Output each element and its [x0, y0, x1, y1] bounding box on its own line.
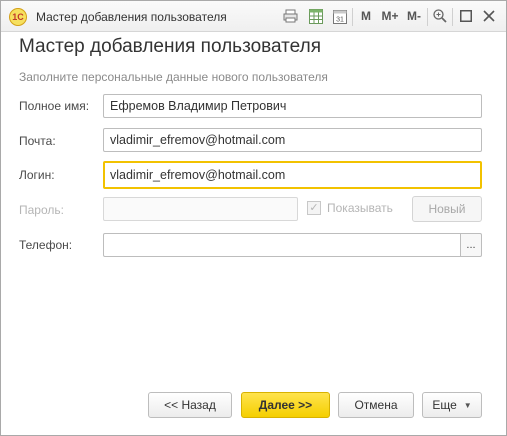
window-title: Мастер добавления пользователя [36, 10, 227, 24]
email-field[interactable]: vladimir_efremov@hotmail.com [103, 128, 482, 152]
toolbar-separator [352, 8, 353, 26]
phone-select-button[interactable]: ... [460, 233, 482, 257]
memory-m-minus-button[interactable]: M- [404, 6, 424, 26]
toolbar-separator [452, 8, 453, 26]
show-password-label: Показывать [327, 201, 393, 215]
title-bar: 1С Мастер добавления пользователя 31 M M… [1, 1, 506, 32]
next-button[interactable]: Далее >> [241, 392, 330, 418]
toolbar-separator [427, 8, 428, 26]
chevron-down-icon: ▼ [463, 400, 472, 410]
svg-text:31: 31 [336, 16, 344, 23]
more-button-label: Еще [432, 398, 457, 412]
zoom-icon[interactable] [433, 6, 447, 26]
memory-m-button[interactable]: M [359, 6, 373, 26]
new-password-button[interactable]: Новый [412, 196, 482, 222]
cancel-button[interactable]: Отмена [338, 392, 414, 418]
maximize-icon[interactable] [459, 6, 473, 26]
back-button[interactable]: << Назад [148, 392, 232, 418]
app-logo-icon[interactable]: 1С [9, 8, 27, 26]
close-icon[interactable] [482, 6, 496, 26]
full-name-label: Полное имя: [19, 99, 90, 113]
page-subtitle: Заполните персональные данные нового пол… [19, 70, 328, 84]
page-title: Мастер добавления пользователя [19, 36, 321, 57]
more-button[interactable]: Еще ▼ [422, 392, 482, 418]
memory-m-plus-button[interactable]: M+ [379, 6, 401, 26]
show-password-checkbox[interactable]: ✓ Показывать [307, 201, 393, 215]
print-icon[interactable] [282, 6, 298, 26]
wizard-window: 1С Мастер добавления пользователя 31 M M… [0, 0, 507, 436]
login-field[interactable]: vladimir_efremov@hotmail.com [103, 161, 482, 189]
spreadsheet-icon[interactable] [308, 6, 324, 26]
phone-field[interactable] [103, 233, 461, 257]
phone-label: Телефон: [19, 238, 73, 252]
full-name-field[interactable]: Ефремов Владимир Петрович [103, 94, 482, 118]
password-label: Пароль: [19, 203, 64, 217]
password-field[interactable] [103, 197, 298, 221]
email-label: Почта: [19, 134, 56, 148]
calendar-icon[interactable]: 31 [332, 6, 348, 26]
login-label: Логин: [19, 168, 55, 182]
checkbox-check-icon[interactable]: ✓ [307, 201, 321, 215]
